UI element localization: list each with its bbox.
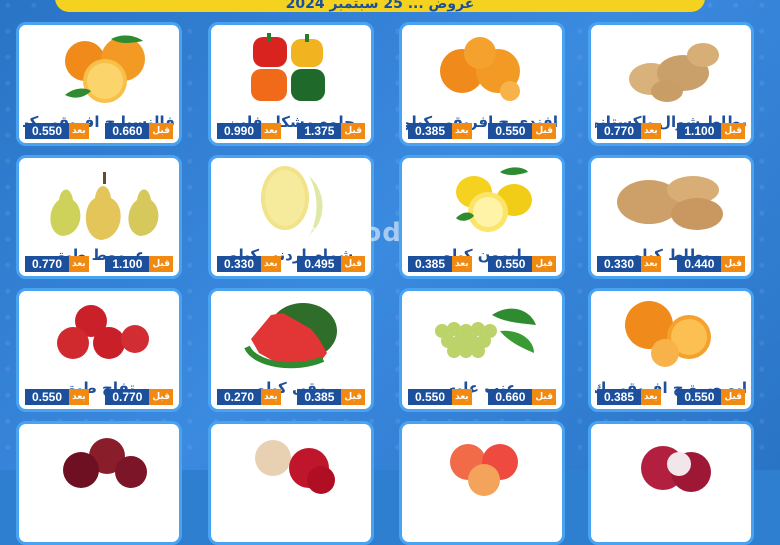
old-price: 0.550 قبل: [677, 389, 745, 405]
grapes-icon: [402, 295, 562, 377]
new-price: 0.550 بعد: [25, 389, 89, 405]
new-price: 0.770 بعد: [25, 256, 89, 272]
old-price: 0.770 قبل: [105, 389, 173, 405]
old-price: 0.550 قبل: [488, 256, 556, 272]
new-price: 0.330 بعد: [217, 256, 281, 272]
product-card[interactable]: بطاط شوال باكستانى 1.100 قبل 0.770 بعد: [588, 22, 754, 146]
new-price: 0.990 بعد: [217, 123, 281, 139]
new-price: 0.550 بعد: [408, 389, 472, 405]
old-price: 1.375 قبل: [297, 123, 365, 139]
new-price: 0.385 بعد: [597, 389, 661, 405]
product-card[interactable]: عرموط طبق 1.100 قبل 0.770 بعد: [16, 155, 182, 279]
new-price: 0.330 بعد: [597, 256, 661, 272]
product-card[interactable]: ليمون كيلو 0.550 قبل 0.385 بعد: [399, 155, 565, 279]
old-price: 1.100 قبل: [677, 123, 745, 139]
old-price: 0.385 قبل: [297, 389, 365, 405]
top-banner: عروض ... 25 سبتمبر 2024: [55, 0, 705, 12]
new-price: 0.550 بعد: [25, 123, 89, 139]
product-card[interactable]: فالنسيا ج افريقى كيلو 0.660 قبل 0.550 بعد: [16, 22, 182, 146]
plums-icon: [19, 428, 179, 510]
pears-icon: [19, 162, 179, 244]
navel-oranges-icon: [591, 295, 751, 377]
old-price: 0.660 قبل: [105, 123, 173, 139]
lemons-icon: [402, 162, 562, 244]
product-card[interactable]: ابو صرة ج افريقى ك 0.550 قبل 0.385 بعد: [588, 288, 754, 412]
oranges-icon: [19, 29, 179, 111]
potatoes-icon: [591, 29, 751, 111]
new-price: 0.385 بعد: [408, 256, 472, 272]
product-card[interactable]: افندى ج افريقى كيلو 0.550 قبل 0.385 بعد: [399, 22, 565, 146]
product-card[interactable]: بطاط كيلو 0.440 قبل 0.330 بعد: [588, 155, 754, 279]
new-price: 0.385 بعد: [408, 123, 472, 139]
tangerines-icon: [402, 29, 562, 111]
peaches-icon: [402, 428, 562, 510]
product-card[interactable]: [16, 421, 182, 545]
bell-peppers-icon: [211, 29, 371, 111]
old-price: 1.100 قبل: [105, 256, 173, 272]
old-price: 0.660 قبل: [488, 389, 556, 405]
product-card[interactable]: شمام اردنى كيلو 0.495 قبل 0.330 بعد: [208, 155, 374, 279]
product-card[interactable]: [399, 421, 565, 545]
new-price: 0.270 بعد: [217, 389, 281, 405]
product-card[interactable]: رقى كيلو 0.385 قبل 0.270 بعد: [208, 288, 374, 412]
old-price: 0.495 قبل: [297, 256, 365, 272]
apples-icon: [19, 295, 179, 377]
product-card[interactable]: عنب علبه 0.660 قبل 0.550 بعد: [399, 288, 565, 412]
product-card[interactable]: [208, 421, 374, 545]
product-card[interactable]: [588, 421, 754, 545]
pomegranates-icon: [211, 428, 371, 510]
new-price: 0.770 بعد: [597, 123, 661, 139]
old-price: 0.550 قبل: [488, 123, 556, 139]
product-card[interactable]: حلوه مشكل فلين 1.375 قبل 0.990 بعد: [208, 22, 374, 146]
melon-icon: [211, 162, 371, 244]
product-card[interactable]: تفاح طبق 0.770 قبل 0.550 بعد: [16, 288, 182, 412]
potatoes-icon: [591, 162, 751, 244]
old-price: 0.440 قبل: [677, 256, 745, 272]
watermelon-icon: [211, 295, 371, 377]
onions-icon: [591, 428, 751, 510]
